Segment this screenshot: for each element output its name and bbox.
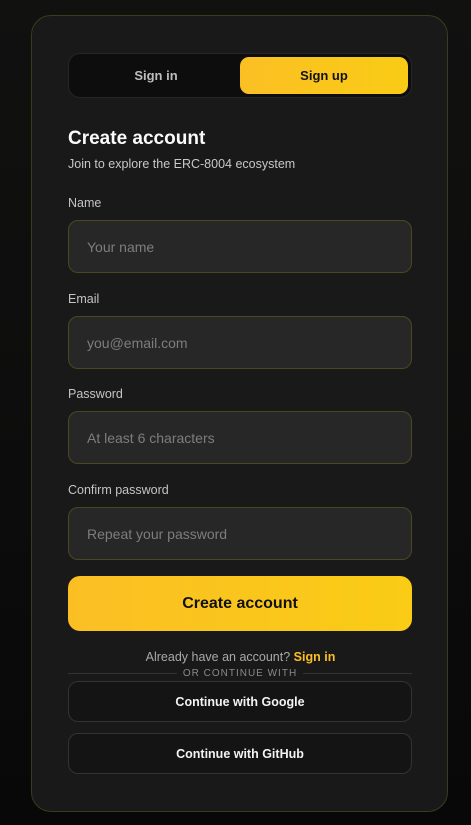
auth-tabs: Sign in Sign up <box>68 53 412 98</box>
confirm-password-label: Confirm password <box>68 483 169 497</box>
confirm-password-input[interactable] <box>68 507 412 560</box>
page-title: Create account <box>68 128 206 149</box>
create-account-button[interactable]: Create account <box>68 576 412 631</box>
email-label: Email <box>68 292 100 306</box>
divider-line-left <box>68 673 177 674</box>
name-input[interactable] <box>68 220 412 273</box>
have-account-text: Already have an account? <box>145 650 291 664</box>
tab-sign-in[interactable]: Sign in <box>72 57 240 94</box>
password-input[interactable] <box>68 411 412 464</box>
divider-line-right <box>303 673 413 674</box>
email-input[interactable] <box>68 316 412 369</box>
page-subtitle: Join to explore the ERC-8004 ecosystem <box>68 157 296 171</box>
tab-sign-up[interactable]: Sign up <box>240 57 408 94</box>
oauth-divider: OR CONTINUE WITH <box>68 668 413 679</box>
have-account-line: Already have an account? Sign in <box>32 650 449 664</box>
continue-with-github-button[interactable]: Continue with GitHub <box>68 733 412 774</box>
signup-card: Sign in Sign up Create account Join to e… <box>31 15 448 812</box>
divider-text: OR CONTINUE WITH <box>182 668 298 679</box>
password-label: Password <box>68 387 123 401</box>
sign-in-link[interactable]: Sign in <box>294 650 336 664</box>
continue-with-google-button[interactable]: Continue with Google <box>68 681 412 722</box>
name-label: Name <box>68 196 102 210</box>
